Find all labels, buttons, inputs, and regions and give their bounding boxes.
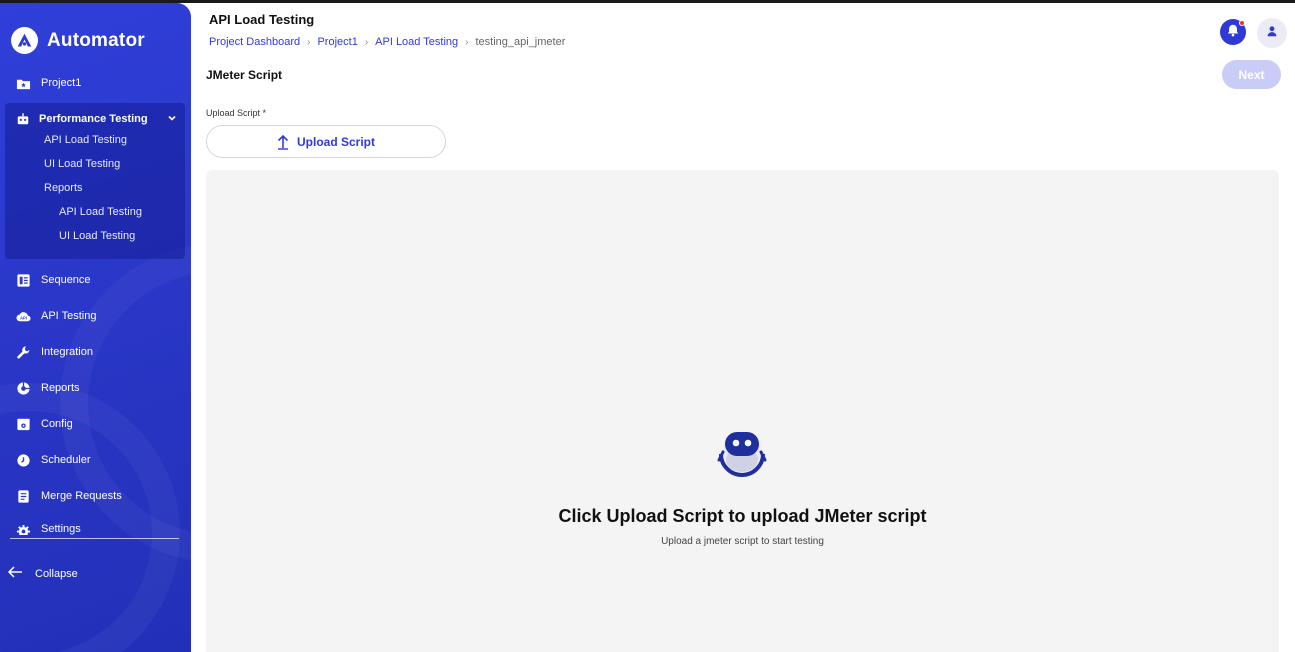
sidebar-subitem-reports[interactable]: Reports (44, 182, 83, 194)
sidebar-item-label: Performance Testing (39, 113, 148, 125)
svg-text:API: API (19, 315, 26, 320)
chevron-right-icon: › (465, 36, 469, 48)
collapse-label: Collapse (35, 567, 78, 580)
user-avatar-button[interactable] (1257, 18, 1287, 48)
sidebar-item-label: Settings (41, 523, 81, 535)
sidebar-item-label: Integration (41, 346, 93, 358)
sidebar-divider (10, 538, 179, 539)
sidebar-item-label: API Testing (41, 310, 97, 322)
sidebar-item-settings[interactable]: Settings (15, 523, 81, 535)
chevron-right-icon: › (364, 36, 369, 48)
sidebar-subitem-ui-load-testing[interactable]: UI Load Testing (44, 158, 120, 170)
empty-state-title: Click Upload Script to upload JMeter scr… (558, 506, 927, 526)
wrench-icon (15, 344, 31, 360)
breadcrumb: Project Dashboard › Project1 › API Load … (209, 36, 565, 48)
arrow-left-icon (7, 565, 25, 582)
robot-mascot-icon (713, 424, 771, 487)
notification-dot (1239, 20, 1245, 26)
cloud-api-icon: API (15, 308, 31, 324)
sidebar-item-sequence[interactable]: Sequence (15, 272, 91, 288)
upload-script-button-label: Upload Script (296, 134, 375, 149)
sidebar: Automator Project1 Performance Testing A… (0, 3, 191, 652)
user-icon (1266, 24, 1278, 42)
sidebar-item-label: Merge Requests (41, 490, 122, 502)
app-logo[interactable]: Automator (11, 27, 145, 54)
chevron-right-icon: › (307, 36, 311, 48)
gear-icon (15, 523, 31, 535)
sidebar-item-label: Sequence (41, 274, 91, 286)
automator-logo-icon (11, 27, 38, 54)
sidebar-item-performance-testing[interactable]: Performance Testing (15, 111, 177, 127)
merge-icon (15, 488, 31, 504)
sidebar-subitem-reports-ui-load-testing[interactable]: UI Load Testing (59, 230, 135, 242)
collapse-button[interactable]: Collapse (7, 565, 78, 582)
upload-script-button[interactable]: Upload Script (206, 125, 446, 158)
empty-state-subtitle: Upload a jmeter script to start testing (661, 536, 824, 547)
script-dropzone[interactable] (206, 170, 1279, 652)
sidebar-item-merge-requests[interactable]: Merge Requests (15, 488, 122, 504)
breadcrumb-api-load-testing[interactable]: API Load Testing (375, 36, 458, 48)
sidebar-subitem-api-load-testing[interactable]: API Load Testing (44, 134, 127, 146)
upload-arrow-icon (277, 134, 289, 150)
breadcrumb-project-dashboard[interactable]: Project Dashboard (209, 36, 300, 48)
upload-script-label: Upload Script * (206, 108, 267, 118)
app-name: Automator (47, 29, 145, 51)
sidebar-item-config[interactable]: Config (15, 416, 73, 432)
next-button[interactable]: Next (1222, 60, 1281, 89)
page-title: API Load Testing (209, 12, 315, 27)
breadcrumb-project1[interactable]: Project1 (317, 36, 357, 48)
document-list-icon (15, 272, 31, 288)
sidebar-item-project1[interactable]: Project1 (15, 75, 81, 91)
sidebar-item-label: Config (41, 418, 73, 430)
chevron-down-icon (167, 113, 177, 126)
window-top-border (0, 0, 1295, 3)
sidebar-item-integration[interactable]: Integration (15, 344, 93, 360)
section-title: JMeter Script (206, 68, 283, 82)
sidebar-item-label: Scheduler (41, 454, 91, 466)
performance-testing-group: Performance Testing API Load Testing UI … (5, 103, 185, 259)
sidebar-item-scheduler[interactable]: Scheduler (15, 452, 91, 468)
pie-chart-icon (15, 380, 31, 396)
clock-icon (15, 452, 31, 468)
sidebar-item-api-testing[interactable]: API API Testing (15, 308, 96, 324)
folder-star-icon (15, 75, 31, 91)
config-icon (15, 416, 31, 432)
bell-icon (1226, 23, 1240, 42)
sidebar-item-label: Reports (41, 382, 80, 394)
sidebar-item-label: Project1 (41, 77, 82, 89)
breadcrumb-current: testing_api_jmeter (475, 36, 566, 48)
robot-icon (15, 111, 31, 127)
sidebar-item-reports[interactable]: Reports (15, 380, 80, 396)
sidebar-subitem-reports-api-load-testing[interactable]: API Load Testing (59, 206, 142, 218)
